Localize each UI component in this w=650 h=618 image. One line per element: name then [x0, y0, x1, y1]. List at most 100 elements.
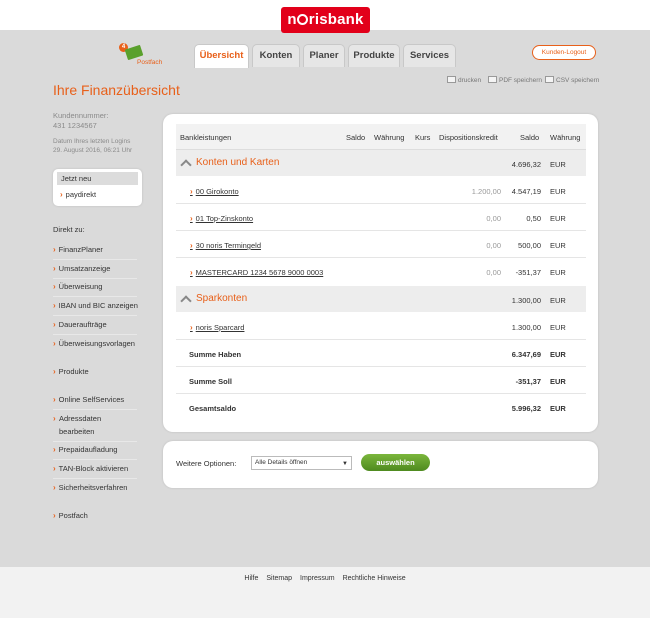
section-sparkonten[interactable]: Sparkonten 1.300,00 EUR	[176, 286, 586, 312]
postfach-widget[interactable]: 4 Postfach	[119, 43, 169, 68]
paydirekt-link[interactable]: › paydirekt	[60, 190, 96, 199]
section-saldo: 1.300,00	[511, 296, 541, 305]
currency: EUR	[550, 404, 566, 413]
nav-iban-bic[interactable]: › IBAN und BIC anzeigen	[53, 299, 143, 312]
direkt-zu-label: Direkt zu:	[53, 225, 85, 234]
auswaehlen-button[interactable]: auswählen	[361, 454, 430, 471]
table-row[interactable]: › 01 Top-Zinskonto 0,00 0,50 EUR	[176, 204, 586, 231]
table-header: Bankleistungen Saldo Währung Kurs Dispos…	[176, 124, 586, 150]
csv-link[interactable]: CSV speichern	[545, 76, 599, 84]
footer-link-sitemap[interactable]: Sitemap	[266, 575, 292, 582]
chevron-right-icon: ›	[53, 301, 56, 310]
header-saldo-2: Saldo	[520, 133, 540, 142]
saldo-value: 0,50	[526, 214, 541, 223]
nav-adressdaten[interactable]: › Adressdaten bearbeiten	[53, 412, 115, 438]
chevron-right-icon: ›	[190, 268, 193, 277]
currency: EUR	[550, 268, 566, 277]
total-row: Gesamtsaldo 5.996,32 EUR	[176, 394, 586, 421]
footer-link-hilfe[interactable]: Hilfe	[244, 575, 258, 582]
account-name-link[interactable]: › 30 noris Termingeld	[190, 241, 261, 250]
nav-sicherheitsverfahren[interactable]: › Sicherheitsverfahren	[53, 481, 143, 494]
options-select[interactable]: Alle Details öffnen ▼	[251, 456, 352, 470]
table-row[interactable]: › 00 Girokonto 1.200,00 4.547,19 EUR	[176, 177, 586, 204]
section-title: Konten und Karten	[196, 157, 280, 168]
norisbank-logo[interactable]: n risbank	[281, 7, 370, 33]
tab-konten[interactable]: Konten	[252, 44, 300, 67]
chevron-right-icon: ›	[53, 464, 56, 473]
nav-divider	[53, 278, 137, 279]
table-row[interactable]: › MASTERCARD 1234 5678 9000 0003 0,00 -35…	[176, 258, 586, 285]
chevron-right-icon: ›	[60, 190, 63, 199]
table-row[interactable]: › 30 noris Termingeld 0,00 500,00 EUR	[176, 231, 586, 258]
account-name-link[interactable]: › MASTERCARD 1234 5678 9000 0003	[190, 268, 323, 277]
nav-dauerauftraege[interactable]: › Daueraufträge	[53, 318, 143, 331]
nav-tan-block[interactable]: › TAN-Block aktivieren	[53, 462, 143, 475]
nav-divider	[53, 296, 137, 297]
sum-value: -351,37	[515, 377, 541, 386]
nav-divider	[53, 478, 137, 479]
sum-row: Summe Soll -351,37 EUR	[176, 367, 586, 394]
nav-divider	[53, 259, 137, 260]
dispo-value: 0,00	[486, 268, 501, 277]
printer-icon	[447, 76, 456, 83]
account-name-link[interactable]: › noris Sparcard	[190, 323, 244, 332]
collapse-icon[interactable]	[181, 157, 191, 167]
jetzt-neu-heading: Jetzt neu	[57, 172, 138, 185]
nav-umsatzanzeige[interactable]: › Umsatzanzeige	[53, 262, 143, 275]
pdf-link[interactable]: PDF speichern	[488, 76, 542, 84]
nav-ueberweisung[interactable]: › Überweisung	[53, 280, 143, 293]
chevron-right-icon: ›	[190, 323, 193, 332]
nav-divider	[53, 459, 137, 460]
chevron-right-icon: ›	[53, 414, 56, 423]
section-currency: EUR	[550, 296, 566, 305]
header-waehrung-2: Währung	[550, 133, 581, 142]
logout-button[interactable]: Kunden-Logout	[532, 45, 596, 60]
section-saldo: 4.696,32	[511, 160, 541, 169]
tab-uebersicht[interactable]: Übersicht	[194, 44, 249, 68]
tab-services[interactable]: Services	[403, 44, 456, 67]
chevron-right-icon: ›	[53, 395, 56, 404]
currency: EUR	[550, 350, 566, 359]
jetzt-neu-box: Jetzt neu › paydirekt	[53, 169, 142, 206]
section-title: Sparkonten	[196, 293, 248, 304]
currency: EUR	[550, 241, 566, 250]
sum-label: Summe Haben	[189, 350, 242, 359]
nav-prepaidaufladung[interactable]: › Prepaidaufladung	[53, 443, 143, 456]
page-title: Ihre Finanzübersicht	[53, 82, 180, 98]
account-name-link[interactable]: › 01 Top-Zinskonto	[190, 214, 253, 223]
sum-label: Summe Soll	[189, 377, 232, 386]
nav-finanzplaner[interactable]: › FinanzPlaner	[53, 243, 143, 256]
currency: EUR	[550, 377, 566, 386]
dispo-value: 0,00	[486, 214, 501, 223]
footer: Hilfe Sitemap Impressum Rechtliche Hinwe…	[0, 567, 650, 618]
nav-postfach[interactable]: › Postfach	[53, 509, 143, 522]
header-bankleistungen: Bankleistungen	[180, 133, 232, 142]
chevron-right-icon: ›	[53, 511, 56, 520]
print-link[interactable]: drucken	[447, 76, 481, 84]
table-row[interactable]: › noris Sparcard 1.300,00 EUR	[176, 313, 586, 340]
header-saldo: Saldo	[346, 133, 366, 142]
tab-produkte[interactable]: Produkte	[348, 44, 400, 67]
tab-planer[interactable]: Planer	[303, 44, 345, 67]
footer-link-rechtliche-hinweise[interactable]: Rechtliche Hinweise	[343, 575, 406, 582]
csv-icon	[545, 76, 554, 83]
chevron-right-icon: ›	[190, 187, 193, 196]
saldo-value: -351,37	[515, 268, 541, 277]
chevron-right-icon: ›	[190, 214, 193, 223]
nav-ueberweisungsvorlagen[interactable]: › Überweisungsvorlagen	[53, 337, 143, 350]
header-waehrung: Währung	[374, 133, 405, 142]
nav-produkte[interactable]: › Produkte	[53, 365, 143, 378]
chevron-right-icon: ›	[190, 241, 193, 250]
collapse-icon[interactable]	[181, 293, 191, 303]
currency: EUR	[550, 323, 566, 332]
postfach-label: Postfach	[137, 59, 163, 66]
last-login-date: 29. August 2016, 06:21 Uhr	[53, 147, 133, 154]
total-label: Gesamtsaldo	[189, 404, 237, 413]
footer-link-impressum[interactable]: Impressum	[300, 575, 335, 582]
chevron-right-icon: ›	[53, 320, 56, 329]
section-konten-und-karten[interactable]: Konten und Karten 4.696,32 EUR	[176, 150, 586, 176]
nav-online-selfservices[interactable]: › Online SelfServices	[53, 393, 143, 406]
account-name-link[interactable]: › 00 Girokonto	[190, 187, 239, 196]
saldo-value: 4.547,19	[511, 187, 541, 196]
dropdown-arrow-icon: ▼	[342, 461, 348, 467]
